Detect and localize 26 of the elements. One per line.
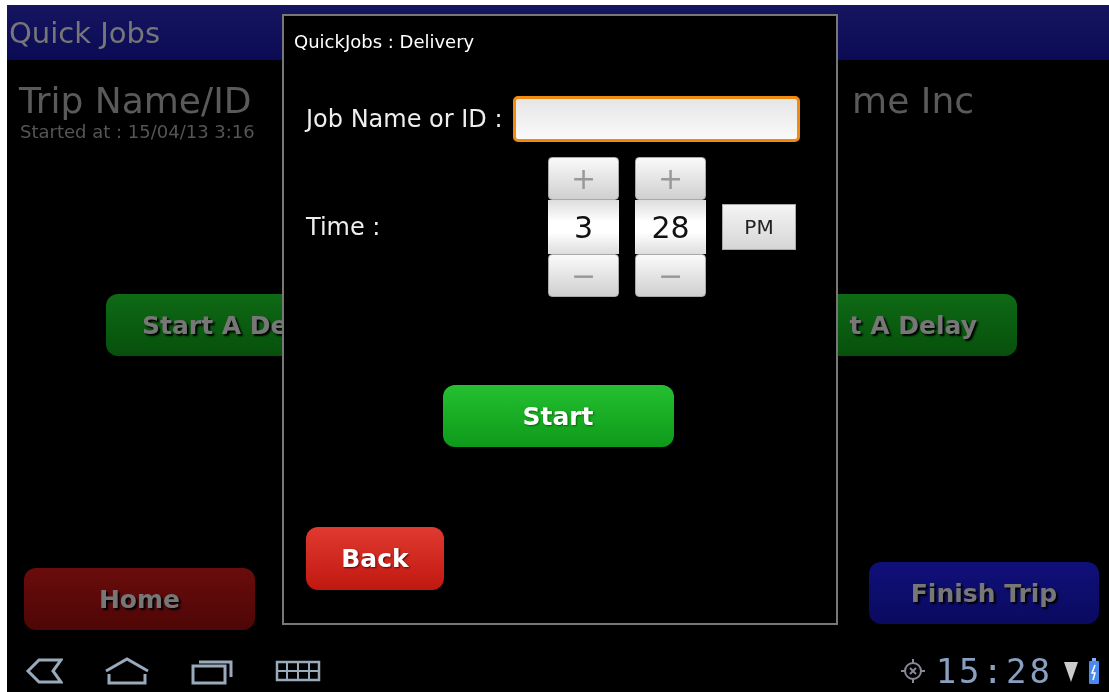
finish-trip-button[interactable]: Finish Trip	[869, 562, 1099, 624]
spinner-value[interactable]: 3	[548, 200, 619, 254]
gps-icon	[899, 658, 926, 684]
clock: 15:28	[935, 651, 1053, 691]
home-button[interactable]: Home	[24, 568, 255, 630]
time-label: Time :	[306, 213, 382, 241]
dialog-title: QuickJobs : Delivery	[293, 30, 476, 52]
start-time-label: Started at : 15/04/13 3:16	[19, 121, 256, 142]
job-name-field[interactable]	[512, 96, 800, 142]
increment-button[interactable]: +	[548, 157, 619, 200]
company-label: me Inc	[852, 80, 974, 121]
battery-icon	[1089, 658, 1099, 684]
signal-icon	[1063, 659, 1079, 683]
back-button[interactable]: Back	[306, 527, 444, 590]
start-button[interactable]: Start	[442, 385, 674, 447]
am-pm-button[interactable]: PM	[722, 204, 796, 250]
app-title: Quick Jobs	[9, 15, 161, 50]
home-icon[interactable]	[103, 657, 151, 685]
increment-button[interactable]: +	[635, 157, 706, 200]
keyboard-icon[interactable]	[275, 660, 321, 682]
trip-name-label: Trip Name/ID	[19, 80, 252, 121]
decrement-button[interactable]: −	[548, 254, 619, 297]
job-name-label: Job Name or ID :	[306, 105, 503, 133]
back-icon[interactable]	[25, 658, 63, 684]
decrement-button[interactable]: −	[635, 254, 706, 297]
spinner-value[interactable]: 28	[635, 200, 706, 254]
